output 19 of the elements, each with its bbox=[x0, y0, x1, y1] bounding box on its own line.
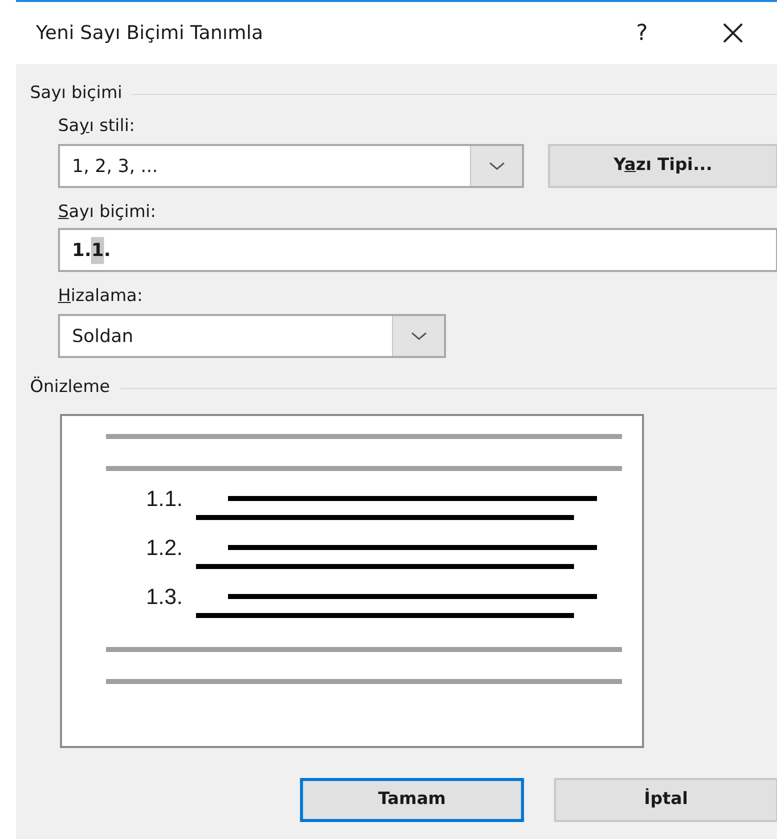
field-label: Sayı biçimi: bbox=[58, 201, 156, 224]
format-field[interactable]: 1.1. bbox=[58, 228, 777, 272]
chevron-down-icon bbox=[488, 162, 504, 170]
window-title: Yeni Sayı Biçimi Tanımla bbox=[36, 20, 264, 46]
close-icon[interactable] bbox=[722, 22, 744, 44]
font-button[interactable]: Yazı Tipi... bbox=[548, 144, 777, 188]
chevron-down-icon bbox=[410, 332, 426, 340]
help-button[interactable]: ? bbox=[622, 16, 662, 50]
preview-number: 1.3. bbox=[146, 582, 184, 610]
dialog-button[interactable]: İptal bbox=[554, 778, 777, 822]
field-label: Hizalama: bbox=[58, 285, 143, 308]
field-label: Sayı stili: bbox=[58, 115, 135, 138]
preview-number: 1.1. bbox=[146, 484, 184, 512]
dialog-button[interactable]: Tamam bbox=[300, 778, 524, 822]
dropdown[interactable]: Soldan bbox=[58, 314, 446, 358]
dropdown[interactable]: 1, 2, 3, ... bbox=[58, 144, 524, 188]
group-title: Sayı biçimi bbox=[30, 82, 122, 106]
group-title: Önizleme bbox=[30, 376, 110, 400]
preview-number: 1.2. bbox=[146, 534, 184, 562]
